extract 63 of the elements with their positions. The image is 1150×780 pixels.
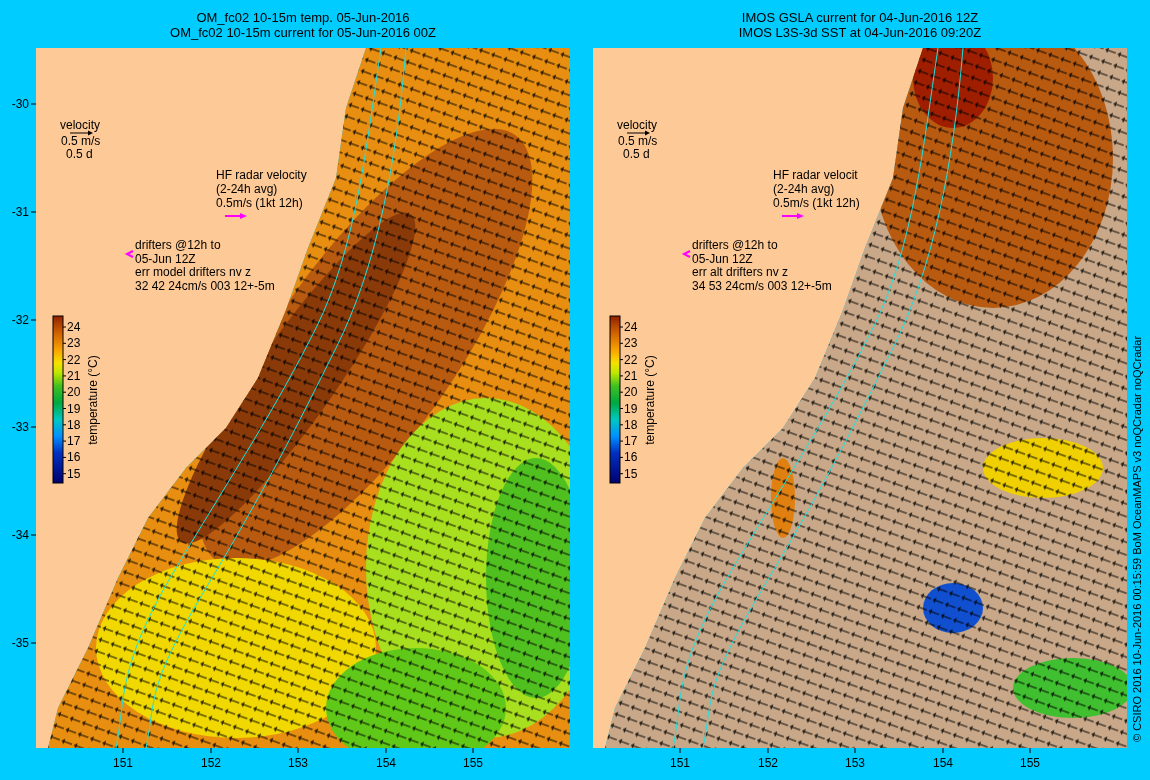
colorbar-tick-label: 22 (67, 352, 81, 367)
hf-radar-legend-label: HF radar velocity (216, 168, 307, 182)
colorbar-title: temperature (°C) (643, 355, 657, 445)
map-title: OM_fc02 10-15m current for 05-Jun-2016 00Z (170, 25, 436, 40)
drifter-legend-label: err model drifters nv z (135, 265, 252, 280)
credit-text: © CSIRO 2016 10-Jun-2016 00:15:59 BoM OceanMAPS v3 noQCradar noQCradar (1131, 335, 1143, 742)
drifter-legend-label: 05-Jun 12Z (692, 251, 753, 266)
hf-radar-legend-label: 0.5m/s (1kt 12h) (216, 196, 303, 210)
velocity-legend-label: velocity (617, 118, 657, 132)
colorbar-tick-label: 18 (67, 417, 81, 432)
longitude-tick-label: 154 (376, 756, 396, 770)
drifter-legend-label: 34 53 24cm/s 003 12+-5m (692, 279, 832, 294)
colorbar-tick-label: 21 (624, 368, 638, 383)
latitude-tick-label: -32 (11, 313, 29, 327)
longitude-tick-label: 153 (845, 756, 865, 770)
colorbar-tick-label: 16 (624, 450, 638, 465)
colorbar-tick-label: 20 (67, 385, 81, 400)
colorbar-tick-label: 18 (624, 417, 638, 432)
longitude-tick-label: 155 (463, 756, 483, 770)
colorbar-tick-label: 22 (624, 352, 638, 367)
colorbar-tick-label: 17 (624, 434, 638, 449)
drifter-legend-label: err alt drifters nv z (692, 265, 789, 280)
colorbar-tick-label: 24 (624, 320, 638, 334)
hf-radar-legend-label: 0.5m/s (1kt 12h) (773, 196, 860, 210)
map-title: IMOS L3S-3d SST at 04-Jun-2016 09:20Z (738, 25, 982, 40)
longitude-tick-label: 154 (933, 756, 953, 770)
map-title: OM_fc02 10-15m temp. 05-Jun-2016 (196, 10, 410, 25)
latitude-tick-label: -34 (11, 528, 29, 542)
velocity-legend-label: 0.5 m/s (61, 134, 101, 148)
hf-radar-legend-label: (2-24h avg) (773, 182, 835, 196)
colorbar-tick-label: 16 (67, 450, 81, 465)
velocity-legend-label: 0.5 m/s (618, 134, 658, 148)
colorbar-tick-label: 24 (67, 320, 81, 334)
longitude-tick-label: 151 (670, 756, 690, 770)
longitude-tick-label: 153 (288, 756, 308, 770)
drifter-legend-label: drifters @12h to (135, 238, 221, 252)
hf-radar-legend-label: HF radar velocit (773, 168, 858, 182)
latitude-tick-label: -30 (11, 97, 29, 111)
colorbar-tick-label: 21 (67, 368, 81, 383)
colorbar-title: temperature (°C) (86, 355, 100, 445)
map-title: IMOS GSLA current for 04-Jun-2016 12Z (741, 10, 979, 25)
longitude-tick-label: 152 (758, 756, 778, 770)
colorbar-tick-label: 23 (67, 336, 81, 351)
colorbar-tick-label: 19 (67, 401, 81, 416)
velocity-legend-label: 0.5 d (66, 147, 93, 161)
colorbar-tick-label: 17 (67, 434, 81, 449)
longitude-tick-label: 155 (1020, 756, 1040, 770)
colorbar-tick-label: 15 (67, 466, 81, 481)
velocity-legend-label: velocity (60, 118, 100, 132)
velocity-legend-label: 0.5 d (623, 147, 650, 161)
latitude-tick-label: -33 (11, 420, 29, 434)
colorbar-tick-label: 23 (624, 336, 638, 351)
drifter-legend-label: 32 42 24cm/s 003 12+-5m (135, 279, 275, 294)
latitude-tick-label: -35 (11, 636, 29, 650)
colorbar-tick-label: 15 (624, 466, 638, 481)
longitude-tick-label: 151 (113, 756, 133, 770)
drifter-legend-label: 05-Jun 12Z (135, 251, 196, 266)
hf-radar-legend-label: (2-24h avg) (216, 182, 278, 196)
latitude-tick-label: -31 (11, 205, 29, 219)
colorbar-tick-label: 20 (624, 385, 638, 400)
longitude-tick-label: 152 (201, 756, 221, 770)
drifter-legend-label: drifters @12h to (692, 238, 778, 252)
colorbar-tick-label: 19 (624, 401, 638, 416)
